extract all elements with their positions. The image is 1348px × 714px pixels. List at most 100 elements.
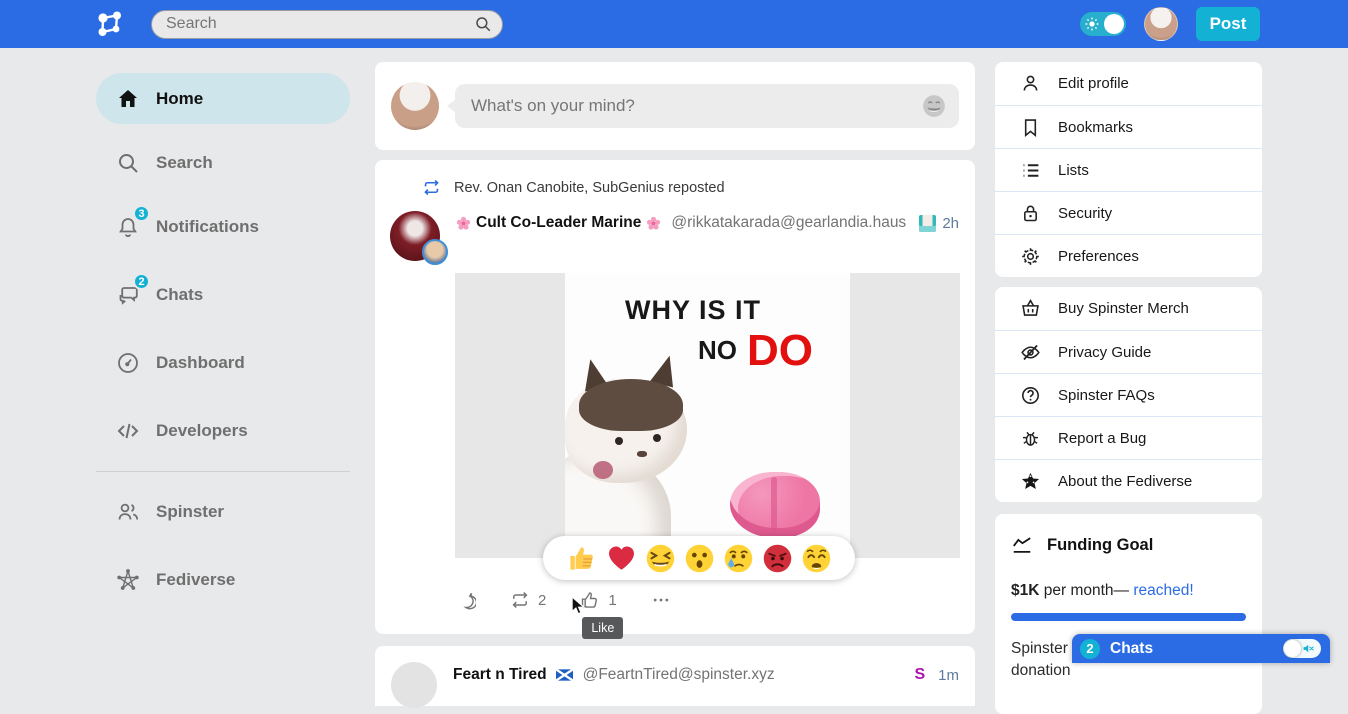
menu-item-bookmarks[interactable]: Bookmarks <box>995 105 1262 148</box>
page-body: Home Search 3 Notifications 2 <box>0 48 1348 663</box>
sidebar-item-label: Developers <box>156 421 248 441</box>
post-timestamp[interactable]: 1m <box>938 667 959 684</box>
menu-item-label: Preferences <box>1058 248 1139 265</box>
more-options-button[interactable] <box>651 590 671 610</box>
post-media[interactable]: WHY IS IT NO DO <box>455 273 960 558</box>
meme-text-line1: WHY IS IT <box>625 295 761 326</box>
menu-item-preferences[interactable]: Preferences <box>995 234 1262 277</box>
post-timestamp[interactable]: 2h <box>942 215 959 232</box>
mouse-cursor <box>568 596 588 616</box>
menu-item-label: Edit profile <box>1058 75 1129 92</box>
chats-unread-badge: 2 <box>1080 639 1100 659</box>
emoji-picker-icon[interactable] <box>921 93 947 119</box>
author-handle[interactable]: @FeartnTired@spinster.xyz <box>583 666 775 684</box>
bookmark-icon <box>1020 117 1041 138</box>
chat-bubbles-icon: 2 <box>115 282 141 308</box>
reaction-weary-icon[interactable] <box>801 543 832 574</box>
reaction-laughing-icon[interactable] <box>645 543 676 574</box>
gear-icon <box>1020 246 1041 267</box>
trend-chart-icon <box>1011 534 1033 556</box>
search-input[interactable] <box>166 15 474 33</box>
person-icon <box>1020 73 1041 94</box>
sidebar-item-notifications[interactable]: 3 Notifications <box>96 193 350 261</box>
notifications-badge: 3 <box>133 205 150 222</box>
menu-item-label: About the Fediverse <box>1058 473 1192 490</box>
compose-box <box>375 62 975 150</box>
menu-item-edit-profile[interactable]: Edit profile <box>995 62 1262 105</box>
author-name[interactable]: Feart n Tired <box>453 666 547 684</box>
bug-icon <box>1020 428 1041 449</box>
menu-item-about-fediverse[interactable]: About the Fediverse <box>995 459 1262 502</box>
author-handle[interactable]: @rikkatakarada@gearlandia.haus <box>671 214 906 232</box>
chats-dock[interactable]: 2 Chats <box>1072 634 1330 663</box>
current-user-avatar[interactable] <box>1144 7 1178 41</box>
instance-thumbnail-icon <box>919 215 936 232</box>
repost-notice-text: Rev. Onan Canobite, SubGenius reposted <box>454 180 725 196</box>
compose-input[interactable] <box>471 96 921 116</box>
site-menu: Buy Spinster Merch Privacy Guide Spinste… <box>995 287 1262 502</box>
sidebar-item-spinster[interactable]: Spinster <box>96 478 350 546</box>
next-post[interactable]: Feart n Tired @FeartnTired@spinster.xyz … <box>375 646 975 706</box>
eye-slash-icon <box>1020 342 1041 363</box>
next-post-avatar[interactable] <box>391 662 437 708</box>
funding-period: per month <box>1039 582 1113 599</box>
author-name[interactable]: Cult Co-Leader Marine <box>476 214 641 232</box>
spinster-logo-icon[interactable] <box>95 8 127 40</box>
reaction-picker <box>543 536 855 580</box>
reaction-angry-icon[interactable] <box>762 543 793 574</box>
menu-item-lists[interactable]: Lists <box>995 148 1262 191</box>
menu-item-security[interactable]: Security <box>995 191 1262 234</box>
funding-progress-bar <box>1011 613 1246 621</box>
like-button[interactable]: 1 Like <box>580 590 616 610</box>
reply-button[interactable] <box>456 590 476 610</box>
chats-mute-toggle[interactable] <box>1283 639 1321 658</box>
reposter-avatar-image <box>422 239 448 265</box>
sidebar-item-label: Notifications <box>156 217 259 237</box>
reaction-heart-icon[interactable] <box>606 543 637 574</box>
theme-toggle[interactable] <box>1080 12 1126 36</box>
menu-item-merch[interactable]: Buy Spinster Merch <box>995 287 1262 330</box>
menu-item-label: Lists <box>1058 162 1089 179</box>
menu-item-label: Spinster FAQs <box>1058 387 1155 404</box>
menu-item-label: Report a Bug <box>1058 430 1146 447</box>
reaction-crying-icon[interactable] <box>723 543 754 574</box>
post-button[interactable]: Post <box>1196 7 1260 41</box>
menu-item-privacy-guide[interactable]: Privacy Guide <box>995 330 1262 373</box>
sidebar-item-developers[interactable]: Developers <box>96 397 350 465</box>
menu-item-report-bug[interactable]: Report a Bug <box>995 416 1262 459</box>
sidebar-item-label: Dashboard <box>156 353 245 373</box>
reaction-thumbs-up-icon[interactable] <box>567 543 598 574</box>
dashboard-gauge-icon <box>115 350 141 376</box>
flower-emoji <box>646 216 661 231</box>
fediverse-icon <box>115 567 141 593</box>
repost-icon <box>422 178 441 197</box>
chats-badge: 2 <box>133 273 150 290</box>
funding-reached-link[interactable]: reached! <box>1133 582 1193 599</box>
sidebar-item-search[interactable]: Search <box>96 133 350 193</box>
sidebar-item-label: Fediverse <box>156 570 235 590</box>
flower-emoji <box>456 216 471 231</box>
menu-item-faqs[interactable]: Spinster FAQs <box>995 373 1262 416</box>
sidebar-divider <box>96 471 350 472</box>
brain-illustration <box>730 472 820 538</box>
sidebar-item-home[interactable]: Home <box>96 73 350 124</box>
sidebar-item-dashboard[interactable]: Dashboard <box>96 329 350 397</box>
author-avatar[interactable] <box>390 211 440 261</box>
search-icon[interactable] <box>474 15 492 33</box>
repost-notice: Rev. Onan Canobite, SubGenius reposted <box>375 160 975 205</box>
post: Rev. Onan Canobite, SubGenius reposted C… <box>375 160 975 634</box>
sidebar-item-chats[interactable]: 2 Chats <box>96 261 350 329</box>
sun-icon <box>1085 17 1099 31</box>
search-bar <box>151 10 503 39</box>
reaction-surprised-icon[interactable] <box>684 543 715 574</box>
next-post-meta: Feart n Tired @FeartnTired@spinster.xyz … <box>453 662 959 690</box>
sidebar-item-fediverse[interactable]: Fediverse <box>96 546 350 614</box>
repost-button[interactable]: 2 <box>510 590 546 610</box>
right-sidebar: Edit profile Bookmarks Lists Security <box>995 62 1262 663</box>
funding-title: Funding Goal <box>1047 536 1153 555</box>
sidebar-item-label: Chats <box>156 285 203 305</box>
left-sidebar: Home Search 3 Notifications 2 <box>96 62 350 663</box>
like-count: 1 <box>608 592 616 609</box>
toggle-knob <box>1104 14 1124 34</box>
compose-avatar[interactable] <box>391 82 439 130</box>
